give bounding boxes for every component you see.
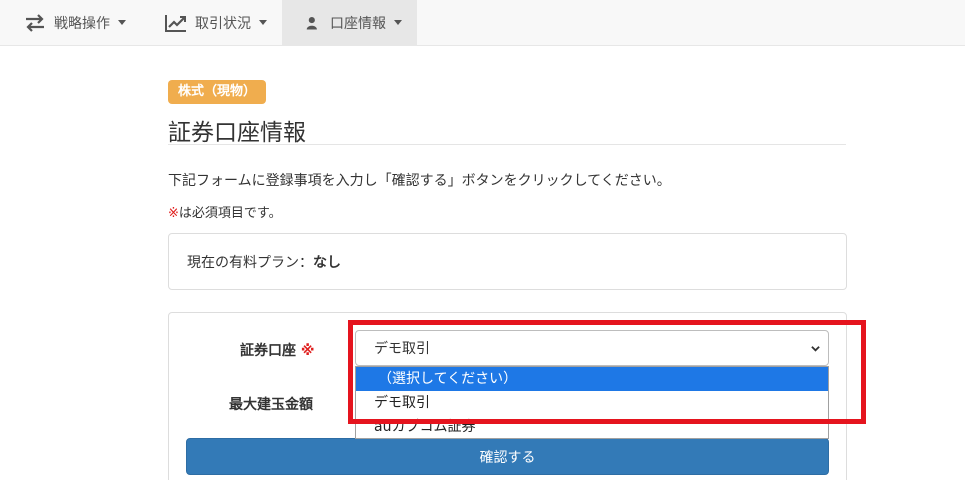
nav-account-info[interactable]: 口座情報 (282, 0, 417, 45)
required-note: ※は必須項目です。 (168, 202, 282, 221)
confirm-button[interactable]: 確認する (186, 438, 829, 475)
plan-value: なし (313, 254, 341, 271)
stock-type-badge: 株式（現物） (168, 80, 267, 104)
instructions-text: 下記フォームに登録事項を入力し「確認する」ボタンをクリックしてください。 (168, 173, 671, 189)
account-label-text: 証券口座 (240, 343, 296, 359)
nav-account-info-label: 口座情報 (330, 15, 386, 32)
account-label: 証券口座 ※ (240, 340, 315, 360)
required-note-text: は必須項目です。 (178, 206, 282, 221)
nav-strategy[interactable]: 戦略操作 (0, 0, 141, 45)
chevron-down-icon (811, 346, 820, 352)
line-chart-icon (165, 14, 186, 32)
nav-trading-status-label: 取引状況 (195, 15, 251, 32)
user-icon (306, 16, 317, 30)
account-option-kabucom[interactable]: auカブコム証券 (356, 415, 828, 438)
required-mark: ※ (300, 343, 315, 359)
nav-strategy-label: 戦略操作 (54, 15, 110, 32)
caret-down-icon (118, 20, 126, 25)
current-plan-panel: 現在の有料プラン： なし (168, 233, 847, 290)
exchange-arrows-icon (26, 13, 44, 32)
account-select-value: デモ取引 (374, 341, 430, 357)
account-option-demo[interactable]: デモ取引 (356, 391, 828, 415)
account-dropdown-list: （選択してください） デモ取引 auカブコム証券 (355, 366, 829, 439)
caret-down-icon (394, 20, 402, 25)
account-option-placeholder[interactable]: （選択してください） (356, 367, 828, 391)
caret-down-icon (259, 20, 267, 25)
title-divider (168, 144, 846, 145)
plan-label: 現在の有料プラン： (187, 254, 313, 271)
top-navbar: 戦略操作 取引状況 口座情報 (0, 0, 965, 46)
account-select[interactable]: デモ取引 (355, 330, 829, 366)
page-title: 証券口座情報 (168, 120, 306, 146)
max-position-label: 最大建玉金額 (229, 397, 313, 413)
required-mark: ※ (168, 206, 179, 221)
nav-trading-status[interactable]: 取引状況 (141, 0, 282, 45)
